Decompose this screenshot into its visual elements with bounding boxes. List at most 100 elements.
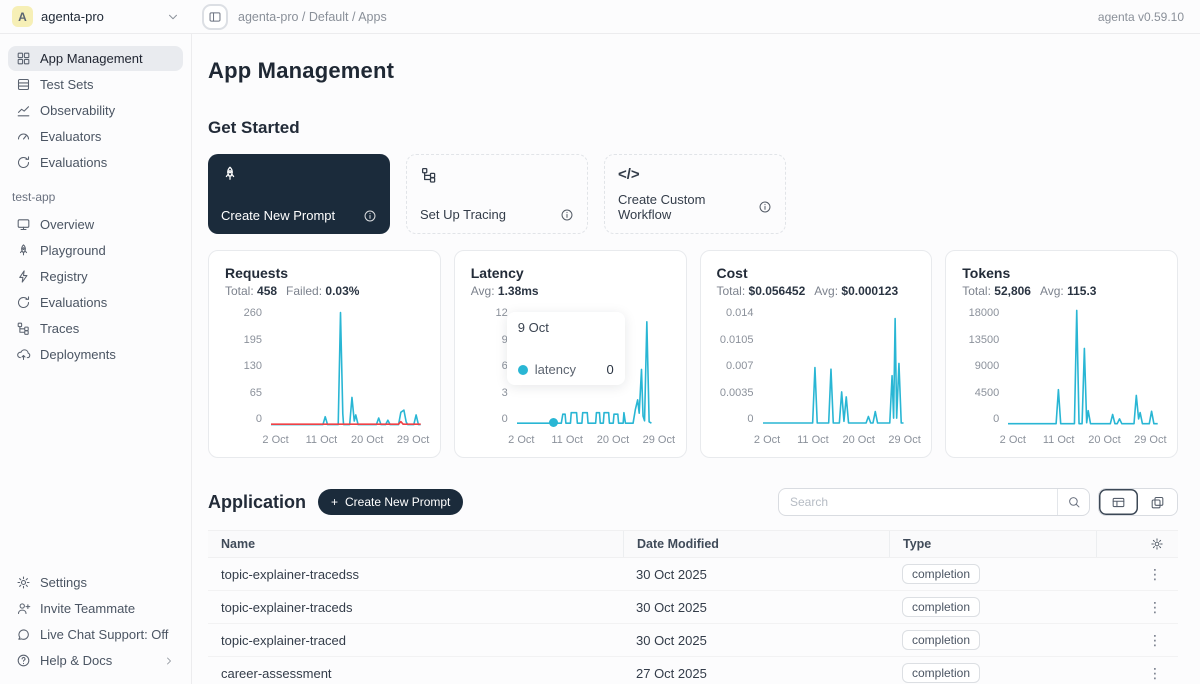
sidebar-item-evaluations[interactable]: Evaluations (8, 150, 183, 175)
breadcrumb[interactable]: agenta-pro / Default / Apps (238, 10, 387, 24)
type-badge: completion (902, 663, 980, 683)
chart-title: Tokens (962, 265, 1161, 281)
chart-stats: Total: 52,806Avg: 115.3 (962, 284, 1161, 298)
column-name[interactable]: Name (208, 531, 623, 557)
sidebar-item-label: Settings (40, 575, 87, 590)
column-settings-icon[interactable] (1096, 531, 1178, 557)
row-menu-button[interactable]: ⋮ (1096, 665, 1178, 682)
sidebar-item-observability[interactable]: Observability (8, 98, 183, 123)
table-row[interactable]: topic-explainer-traced30 Oct 2025complet… (208, 624, 1178, 657)
workspace-name: agenta-pro (41, 9, 104, 24)
series-requests (271, 313, 421, 425)
table-view-button[interactable] (1099, 489, 1138, 515)
y-tick: 0.0105 (720, 335, 754, 346)
x-tick: 11 Oct (797, 434, 829, 446)
series-tokens (1008, 310, 1158, 423)
sidebar-item-overview[interactable]: Overview (8, 212, 183, 237)
sidebar-item-app-management[interactable]: App Management (8, 46, 183, 71)
sidebar-item-test-sets[interactable]: Test Sets (8, 72, 183, 97)
sidebar-item-label: Deployments (40, 347, 116, 362)
y-tick: 0 (747, 414, 753, 425)
sidebar-item-deployments[interactable]: Deployments (8, 342, 183, 367)
set-up-tracing-card[interactable]: Set Up Tracing (406, 154, 588, 234)
row-menu-button[interactable]: ⋮ (1096, 599, 1178, 616)
chart-plot: 0.0140.01050.0070.003502 Oct11 Oct20 Oct… (717, 308, 916, 447)
chat-bubble-icon (16, 627, 31, 642)
cell-date-modified: 27 Oct 2025 (623, 666, 889, 681)
get-started-cards: Create New Prompt Set Up Tracing </> Cre… (208, 154, 1178, 234)
cell-type: completion (889, 630, 1096, 650)
sidebar-toggle-button[interactable] (202, 4, 228, 30)
sidebar-item-registry[interactable]: Registry (8, 264, 183, 289)
y-tick: 18000 (969, 308, 1000, 319)
sidebar-item-help-docs[interactable]: Help & Docs (8, 648, 183, 673)
x-axis-labels: 2 Oct11 Oct20 Oct29 Oct (517, 427, 670, 447)
sidebar: App Management Test Sets Observability E… (0, 34, 192, 684)
search-input[interactable] (779, 495, 1057, 509)
series-cost (763, 319, 904, 423)
sidebar-item-label: Evaluations (40, 155, 107, 170)
table-icon (16, 77, 31, 92)
chevron-down-icon (166, 10, 180, 24)
grid-icon (16, 51, 31, 66)
stat-label: Avg: (1040, 284, 1067, 298)
y-axis-labels: 0.0140.01050.0070.00350 (717, 308, 763, 427)
column-type[interactable]: Type (889, 531, 1096, 557)
workspace-selector[interactable]: A agenta-pro (0, 6, 192, 27)
row-menu-button[interactable]: ⋮ (1096, 632, 1178, 649)
table-row[interactable]: topic-explainer-tracedss30 Oct 2025compl… (208, 558, 1178, 591)
search-icon[interactable] (1057, 489, 1089, 515)
sidebar-item-label: Overview (40, 217, 94, 232)
create-custom-workflow-card[interactable]: </> Create Custom Workflow (604, 154, 786, 234)
stat-value: 52,806 (994, 284, 1031, 298)
sidebar-item-label: Live Chat Support: Off (40, 627, 168, 642)
metrics-row: RequestsTotal: 458Failed: 0.03%260195130… (208, 250, 1178, 458)
sidebar-item-label: Evaluators (40, 129, 101, 144)
info-icon[interactable] (363, 209, 377, 223)
apps-table: Name Date Modified Type topic-explainer-… (208, 530, 1178, 684)
card-view-button[interactable] (1138, 489, 1177, 515)
sidebar-item-live-chat-support[interactable]: Live Chat Support: Off (8, 622, 183, 647)
type-badge: completion (902, 597, 980, 617)
y-tick: 195 (244, 335, 262, 346)
chart-canvas (1008, 308, 1161, 427)
sidebar-item-traces[interactable]: Traces (8, 316, 183, 341)
x-axis-labels: 2 Oct11 Oct20 Oct29 Oct (763, 427, 916, 447)
button-label: Create New Prompt (345, 495, 450, 509)
info-icon[interactable] (758, 200, 772, 214)
stat-label: Failed: (286, 284, 325, 298)
sidebar-item-evaluators[interactable]: Evaluators (8, 124, 183, 149)
metric-card-latency: Latency Avg: 1.38ms 1296309 Octlatency02 O… (454, 250, 687, 458)
y-tick: 3 (502, 388, 508, 399)
y-tick: 0 (256, 414, 262, 425)
chart-title: Latency (471, 265, 670, 281)
cell-date-modified: 30 Oct 2025 (623, 567, 889, 582)
x-tick: 20 Oct (597, 434, 629, 446)
create-new-prompt-card[interactable]: Create New Prompt (208, 154, 390, 234)
row-menu-button[interactable]: ⋮ (1096, 566, 1178, 583)
tooltip-series-name: latency (535, 362, 576, 377)
y-tick: 0 (993, 414, 999, 425)
info-icon[interactable] (560, 208, 574, 222)
sidebar-item-invite-teammate[interactable]: Invite Teammate (8, 596, 183, 621)
cell-date-modified: 30 Oct 2025 (623, 600, 889, 615)
stat-value: 1.38ms (498, 284, 539, 298)
y-tick: 65 (250, 388, 262, 399)
table-row[interactable]: career-assessment27 Oct 2025completion⋮ (208, 657, 1178, 684)
app-version-label: agenta v0.59.10 (1098, 10, 1200, 24)
chart-plot: 1296309 Octlatency02 Oct11 Oct20 Oct29 O… (471, 308, 670, 447)
stat-value: $0.056452 (749, 284, 806, 298)
chart-stats: Total: $0.056452Avg: $0.000123 (717, 284, 916, 298)
sidebar-item-label: Traces (40, 321, 79, 336)
get-started-heading: Get Started (208, 118, 1178, 138)
sidebar-item-settings[interactable]: Settings (8, 570, 183, 595)
column-date-modified[interactable]: Date Modified (623, 531, 889, 557)
chart-stats: Avg: 1.38ms (471, 284, 670, 298)
create-new-prompt-button[interactable]: + Create New Prompt (318, 489, 463, 515)
x-tick: 29 Oct (1134, 434, 1166, 446)
sidebar-item-playground[interactable]: Playground (8, 238, 183, 263)
sidebar-item-app-evaluations[interactable]: Evaluations (8, 290, 183, 315)
chart-canvas (271, 308, 424, 427)
sidebar-item-label: App Management (40, 51, 143, 66)
table-row[interactable]: topic-explainer-traceds30 Oct 2025comple… (208, 591, 1178, 624)
